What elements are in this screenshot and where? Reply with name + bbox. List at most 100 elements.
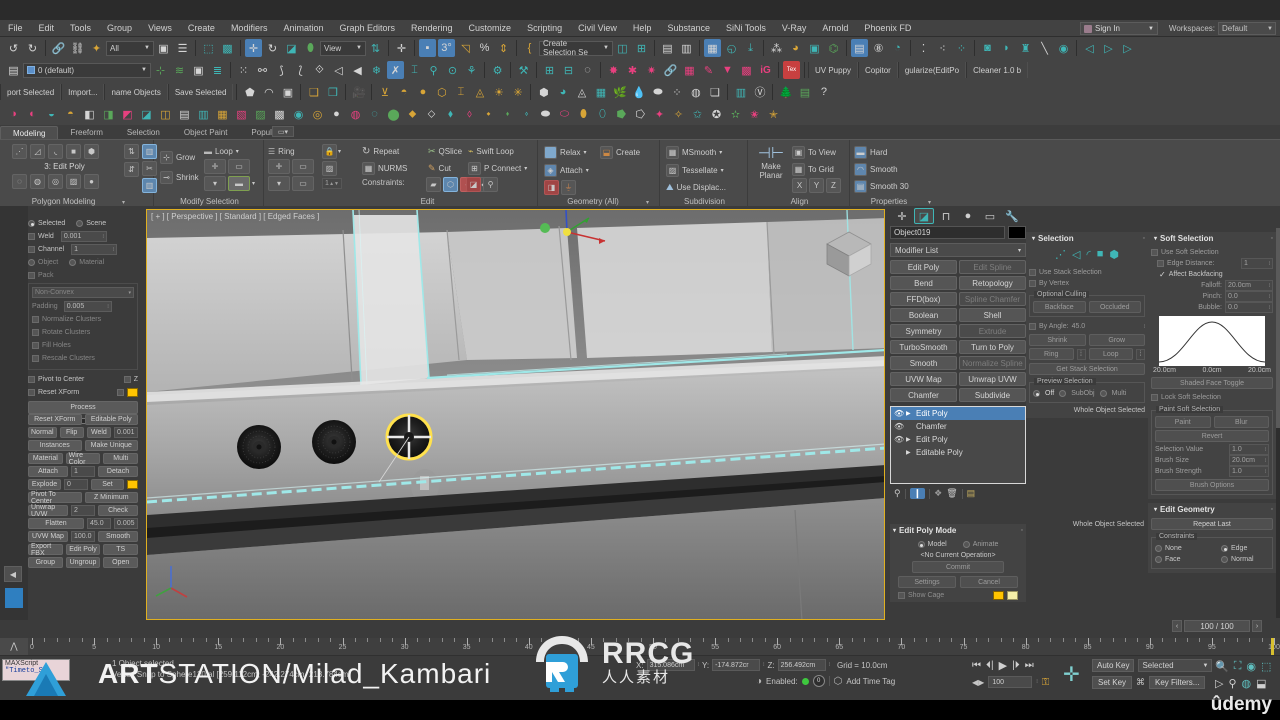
pivot-center-checkbox[interactable]	[28, 376, 35, 383]
plugin-cleaner[interactable]: Cleaner 1.0 b	[966, 62, 1029, 78]
rotate-clusters-row[interactable]: Rotate Clusters	[32, 327, 134, 338]
cone-prim-icon[interactable]: ◬	[573, 83, 590, 101]
quick-tool-row[interactable]: Export FBX Edit Poly TS	[28, 543, 139, 557]
motion-tab[interactable]: ●	[958, 208, 978, 224]
edge-distance-row[interactable]: Edge Distance: 1 ⁞	[1151, 258, 1273, 269]
fill-holes-checkbox[interactable]	[32, 342, 39, 349]
slate-material-icon[interactable]: ▣	[806, 39, 823, 57]
hierarchy-tab[interactable]: ⊓	[936, 208, 956, 224]
menu-item-scripting[interactable]: Scripting	[519, 20, 570, 37]
configure-sets-icon[interactable]: ▤	[967, 488, 976, 499]
key-mode-icon[interactable]: ◑	[756, 676, 762, 687]
quick-tool-row[interactable]: Normal Flip Weld 0.001	[28, 427, 138, 438]
modifier-button-smooth[interactable]: Smooth	[890, 356, 957, 370]
tool-ai-icon[interactable]: ✦	[651, 105, 668, 123]
pivot-center-row[interactable]: Pivot to Center Z	[28, 374, 138, 385]
rect-select-region-icon[interactable]: ⬚	[200, 39, 217, 57]
viewport-nav-row-1[interactable]: 🔍 ⛶ ◉ ⬚	[1215, 660, 1271, 673]
loop-button[interactable]: ▬ Loop ▾	[204, 144, 239, 159]
constraint-face-radio[interactable]	[1155, 556, 1162, 563]
modifier-button-boolean[interactable]: Boolean	[890, 308, 957, 322]
scene-explorer-icon[interactable]: ▥	[678, 39, 695, 57]
undo-icon[interactable]: ↺	[5, 39, 22, 57]
channel-checkbox[interactable]	[28, 246, 35, 253]
save-selected-button[interactable]: Save Selected	[167, 84, 234, 100]
make-planar-icon[interactable]: ⊣⊢	[754, 144, 788, 162]
bind-space-warp-icon[interactable]: ✦	[88, 39, 105, 57]
remove-modifier-icon[interactable]: 🗑	[946, 488, 957, 499]
expand-triangle-icon[interactable]: ▶	[906, 436, 913, 443]
resetxform-row[interactable]: Reset XForm	[28, 387, 138, 398]
menu-item-graph-editors[interactable]: Graph Editors	[331, 20, 403, 37]
falloff-row[interactable]: Falloff: 20.0cm ⁞	[1151, 280, 1273, 291]
tool-h-icon[interactable]: ◪	[138, 105, 155, 123]
tool-e-icon[interactable]: ◧	[81, 105, 98, 123]
box-icon[interactable]: ▣	[279, 83, 296, 101]
modifier-button-edit-poly[interactable]: Edit Poly	[890, 260, 957, 274]
align-y-button[interactable]: Y	[809, 178, 824, 193]
sini-arrow-icon[interactable]: ▼	[719, 61, 736, 79]
pin-icon[interactable]: ▫	[1021, 527, 1023, 534]
tool-f-icon[interactable]: ◨	[100, 105, 117, 123]
commit-button[interactable]: Commit	[912, 561, 1004, 573]
quick-tool-button-explode[interactable]: Explode	[28, 479, 61, 490]
orbit-icon[interactable]: ◍	[1242, 677, 1252, 690]
quick-tool-button-detach[interactable]: Detach	[98, 466, 138, 477]
uv-relax-icon[interactable]: ◌	[579, 61, 596, 79]
tool-p-icon[interactable]: ◉	[290, 105, 307, 123]
normalize-clusters-row[interactable]: Normalize Clusters	[32, 314, 134, 325]
sphere-light-icon[interactable]: ●	[414, 83, 431, 101]
tool-s-icon[interactable]: ◍	[347, 105, 364, 123]
dropdown-arrow-icon[interactable]: ▾	[586, 167, 589, 174]
tool-t-icon[interactable]: ◌	[366, 105, 383, 123]
render-frame-icon[interactable]: ⑧	[870, 39, 887, 57]
tool-d-icon[interactable]: ◓	[62, 105, 79, 123]
tool-n-icon[interactable]: ▨	[252, 105, 269, 123]
measure-icon[interactable]: ╲	[1036, 39, 1053, 57]
tool-v-icon[interactable]: ⬥	[404, 105, 421, 123]
weld-row[interactable]: Weld 0.001 ⁞	[28, 231, 138, 242]
next-frame-icon[interactable]: ›	[1252, 620, 1262, 632]
symmetry-icon[interactable]: ▥	[142, 178, 157, 193]
modifier-button-extrude[interactable]: Extrude	[959, 324, 1026, 338]
edit-count-spinner[interactable]: 1 ▲▼	[322, 178, 342, 189]
menu-item-create[interactable]: Create	[180, 20, 223, 37]
quick-tool-button-export-fbx[interactable]: Export FBX	[28, 543, 63, 557]
selection-value-row[interactable]: Selection Value 1.0 ⁞	[1155, 444, 1269, 455]
sphere-prim-icon[interactable]: ◕	[554, 83, 571, 101]
workspace-combo[interactable]: Default ▼	[1218, 22, 1276, 35]
menu-item-file[interactable]: File	[0, 20, 31, 37]
quick-tool-value[interactable]: 0.005	[114, 518, 138, 529]
sini-chain-icon[interactable]: 🔗	[662, 61, 679, 79]
maximize-viewport-icon[interactable]: ⬓	[1256, 677, 1266, 690]
perspective-viewport[interactable]: [ + ] [ Perspective ] [ Standard ] [ Edg…	[146, 209, 885, 620]
pin-icon[interactable]: ▫	[1271, 235, 1273, 242]
brush-options-button[interactable]: Brush Options	[1155, 479, 1269, 491]
palette-icon[interactable]: ◍	[687, 83, 704, 101]
ring-button[interactable]: ☰ Ring	[268, 144, 295, 159]
polygon-icon[interactable]: ■	[1097, 248, 1104, 261]
lock-soft-selection-row[interactable]: Lock Soft Selection	[1151, 392, 1273, 403]
resetxform-checkbox[interactable]	[28, 389, 35, 396]
tool-g-icon[interactable]: ◩	[119, 105, 136, 123]
edge-icon[interactable]: ◁	[1072, 248, 1080, 261]
tessellate-button[interactable]: ▨ Tessellate ▾	[666, 163, 724, 178]
normalize-clusters-checkbox[interactable]	[32, 316, 39, 323]
modifier-button-turn-to-poly[interactable]: Turn to Poly	[959, 340, 1026, 354]
dropdown-arrow-icon[interactable]: ▾	[928, 199, 931, 206]
grid-snap-icon[interactable]: ⁖	[934, 39, 951, 57]
quick-tool-button-pivot-to-center[interactable]: Pivot To Center	[28, 491, 82, 505]
constraints-row-1[interactable]: None Edge	[1155, 543, 1269, 554]
edit-named-selection-icon[interactable]: ⇕	[495, 39, 512, 57]
ring-grow-icon[interactable]: ✛	[268, 159, 290, 174]
y-field[interactable]: -174.872cr	[712, 659, 761, 671]
key-mode-toggle-icon[interactable]: ⚿	[1042, 677, 1050, 688]
edit-lock-icon[interactable]: 🔒	[322, 144, 337, 159]
render-production-icon[interactable]: ◔	[889, 39, 906, 57]
detach-icon[interactable]: ⏚	[561, 180, 576, 195]
spinner-snap-icon[interactable]: %	[476, 39, 493, 57]
brush-strength-row[interactable]: Brush Strength 1.0 ⁞	[1155, 466, 1269, 477]
cancel-button[interactable]: Cancel	[960, 576, 1018, 588]
select-and-move-icon[interactable]: ✛	[245, 39, 262, 57]
lock-soft-selection-checkbox[interactable]	[1151, 394, 1158, 401]
